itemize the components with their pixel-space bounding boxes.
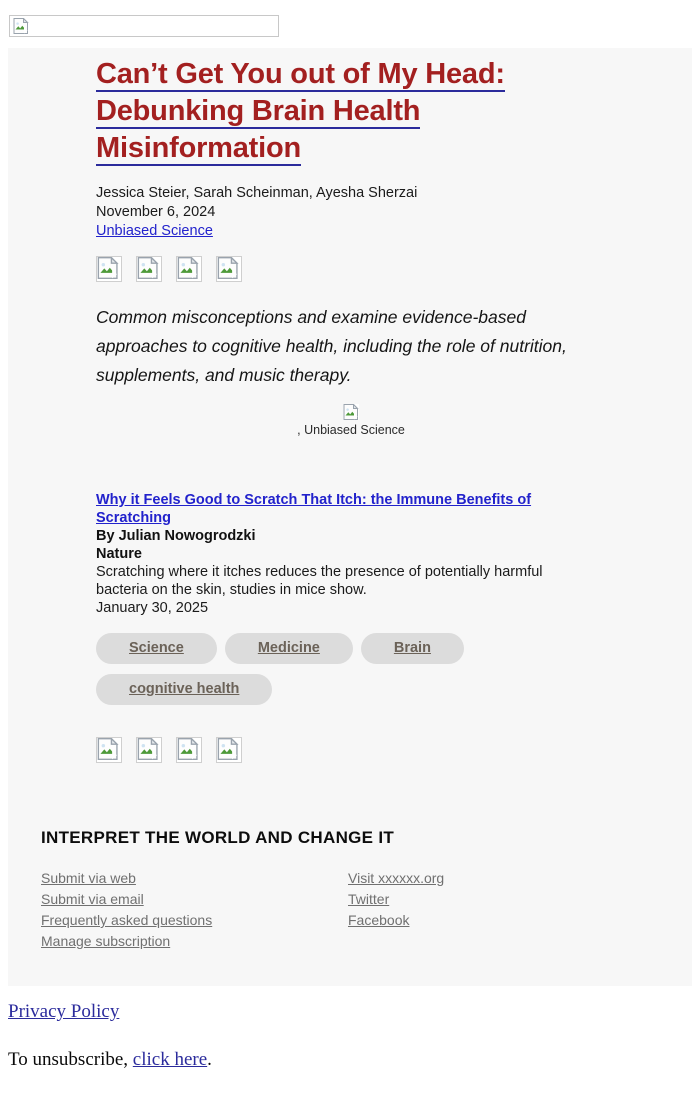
article-block: Why it Feels Good to Scratch That Itch: … bbox=[96, 491, 606, 715]
email-header-banner bbox=[9, 15, 279, 37]
broken-image-icon bbox=[13, 18, 31, 36]
feature-byline: Jessica Steier, Sarah Scheinman, Ayesha … bbox=[96, 184, 656, 241]
feature-source-link[interactable]: Unbiased Science bbox=[96, 223, 213, 239]
unsubscribe-line: To unsubscribe, click here. bbox=[8, 1048, 608, 1072]
footer-link-faq[interactable]: Frequently asked questions bbox=[41, 910, 348, 931]
footer-link-twitter[interactable]: Twitter bbox=[348, 889, 444, 910]
article-date: January 30, 2025 bbox=[96, 600, 209, 616]
footer-title: INTERPRET THE WORLD AND CHANGE IT bbox=[41, 828, 395, 847]
feature-caption-text: , Unbiased Science bbox=[297, 423, 405, 437]
social-icon-row bbox=[96, 737, 656, 763]
unsubscribe-link[interactable]: click here bbox=[133, 1049, 207, 1070]
unsubscribe-suffix: . bbox=[207, 1049, 212, 1070]
article-author: By Julian Nowogrodzki bbox=[96, 528, 256, 544]
feature-caption-block: , Unbiased Science bbox=[96, 404, 606, 438]
unsubscribe-prefix: To unsubscribe, bbox=[8, 1049, 133, 1070]
broken-image-icon[interactable] bbox=[96, 256, 122, 282]
article-tag-list: Science Medicine Brain cognitive health bbox=[96, 633, 526, 715]
email-body-panel: Can’t Get You out of My Head: Debunking … bbox=[8, 48, 692, 986]
footer-column-left: Submit via web Submit via email Frequent… bbox=[41, 868, 348, 952]
privacy-policy-link[interactable]: Privacy Policy bbox=[8, 1000, 608, 1024]
broken-image-icon[interactable] bbox=[176, 737, 202, 763]
email-footer: INTERPRET THE WORLD AND CHANGE IT Submit… bbox=[41, 828, 661, 952]
footer-link-facebook[interactable]: Facebook bbox=[348, 910, 444, 931]
legal-section: Privacy Policy To unsubscribe, click her… bbox=[8, 1000, 608, 1072]
feature-headline-link[interactable]: Can’t Get You out of My Head: Debunking … bbox=[96, 56, 566, 167]
tag-medicine[interactable]: Medicine bbox=[224, 633, 353, 664]
broken-image-icon[interactable] bbox=[96, 737, 122, 763]
article-description: Scratching where it itches reduces the p… bbox=[96, 564, 543, 598]
tag-science[interactable]: Science bbox=[96, 633, 217, 664]
footer-column-right: Visit xxxxxx.org Twitter Facebook bbox=[348, 868, 444, 952]
tag-cognitive-health[interactable]: cognitive health bbox=[96, 674, 273, 705]
feature-headline-text: Can’t Get You out of My Head: Debunking … bbox=[96, 58, 505, 166]
broken-image-icon[interactable] bbox=[136, 737, 162, 763]
footer-link-manage-subscription[interactable]: Manage subscription bbox=[41, 931, 348, 952]
broken-image-icon[interactable] bbox=[216, 737, 242, 763]
broken-image-icon[interactable] bbox=[136, 256, 162, 282]
broken-image-icon bbox=[343, 404, 359, 420]
article-publication: Nature bbox=[96, 546, 142, 562]
feature-summary: Common misconceptions and examine eviden… bbox=[96, 307, 567, 385]
footer-link-submit-web[interactable]: Submit via web bbox=[41, 868, 348, 889]
feature-date: November 6, 2024 bbox=[96, 204, 216, 220]
footer-link-visit-site[interactable]: Visit xxxxxx.org bbox=[348, 868, 444, 889]
feature-authors: Jessica Steier, Sarah Scheinman, Ayesha … bbox=[96, 185, 418, 201]
broken-image-icon[interactable] bbox=[176, 256, 202, 282]
email-content: Can’t Get You out of My Head: Debunking … bbox=[96, 56, 656, 763]
tag-brain[interactable]: Brain bbox=[360, 633, 464, 664]
article-title-link[interactable]: Why it Feels Good to Scratch That Itch: … bbox=[96, 491, 591, 527]
feature-thumbnail-row bbox=[96, 256, 656, 282]
broken-image-icon[interactable] bbox=[216, 256, 242, 282]
footer-link-submit-email[interactable]: Submit via email bbox=[41, 889, 348, 910]
footer-link-columns: Submit via web Submit via email Frequent… bbox=[41, 868, 661, 952]
